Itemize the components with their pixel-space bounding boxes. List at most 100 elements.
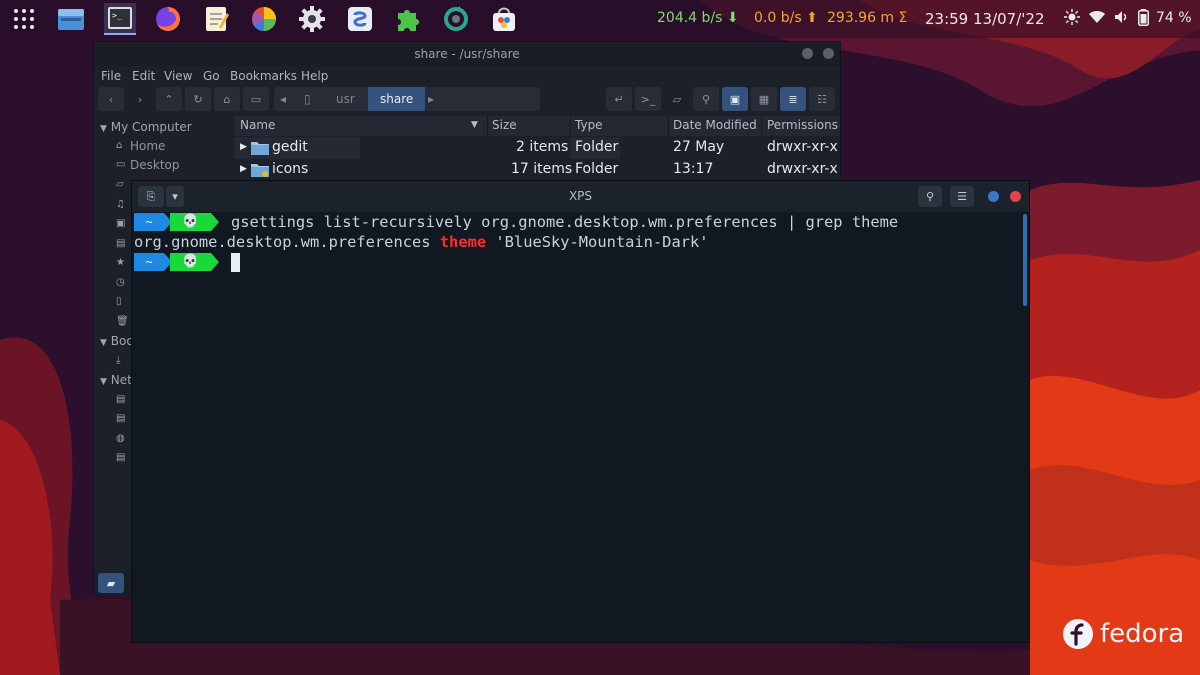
- terminal-close-button[interactable]: [1010, 191, 1021, 202]
- table-row[interactable]: ▶ icons 17 items Folder 13:17 drwxr-xr-x: [234, 159, 840, 181]
- menu-go[interactable]: Go: [203, 69, 220, 83]
- menu-edit[interactable]: Edit: [132, 69, 155, 83]
- sidebar-item-downloads[interactable]: ⤓: [94, 352, 134, 371]
- image-icon: ▣: [729, 92, 741, 106]
- brightness-icon[interactable]: [1064, 9, 1080, 29]
- sidebar-item-recent[interactable]: ◷: [94, 274, 134, 293]
- sidebar-item-home[interactable]: ⌂ Home: [94, 137, 234, 156]
- search-icon: ⚲: [701, 92, 711, 106]
- file-type: Folder: [575, 161, 619, 177]
- sidebar-item-videos[interactable]: ▤: [94, 235, 134, 254]
- extensions-icon[interactable]: [392, 3, 424, 35]
- terminal-button[interactable]: >_: [635, 87, 661, 111]
- compact-view-button[interactable]: ▦: [751, 87, 777, 111]
- clock-icon: ◷: [116, 277, 125, 288]
- net-down-rate: 204.4 b/s ⬇: [657, 10, 739, 26]
- table-row[interactable]: ▶ gedit 2 items Folder 27 May drwxr-xr-x: [234, 137, 840, 159]
- column-size[interactable]: Size: [492, 118, 517, 132]
- sidebar-item-network-2[interactable]: ▤: [94, 410, 134, 429]
- sidebar-item-pictures[interactable]: ▣: [94, 215, 134, 234]
- up-button[interactable]: ⌃: [156, 87, 182, 111]
- net-down-value: 204.4 b/s: [657, 10, 723, 26]
- back-button[interactable]: ‹: [98, 87, 124, 111]
- sidebar-section-network[interactable]: ▼ Net: [100, 371, 132, 390]
- terminal-output[interactable]: ~ 💀 gsettings list-recursively org.gnome…: [132, 212, 1022, 642]
- folder-icon: ▱: [116, 179, 124, 190]
- fm-close-button[interactable]: [823, 48, 834, 59]
- menu-bookmarks[interactable]: Bookmarks: [230, 69, 297, 83]
- column-permissions[interactable]: Permissions: [767, 118, 838, 132]
- sidebar-item-trash[interactable]: 🗑: [94, 313, 134, 332]
- show-places-button[interactable]: ▰: [98, 573, 124, 593]
- open-in-terminal-button[interactable]: ↵: [606, 87, 632, 111]
- volume-icon[interactable]: [1114, 10, 1128, 28]
- details-icon: ☷: [817, 92, 827, 106]
- update-icon[interactable]: [440, 3, 472, 35]
- fm-minimize-button[interactable]: [802, 48, 813, 59]
- file-name: gedit: [272, 139, 308, 155]
- output-prefix: org.gnome.desktop.wm.preferences: [134, 233, 440, 251]
- fm-titlebar[interactable]: share - /usr/share: [94, 42, 840, 66]
- file-size: 17 items: [511, 161, 573, 177]
- reload-button[interactable]: ↻: [185, 87, 211, 111]
- path-right-arrow-icon[interactable]: ▸: [428, 87, 434, 111]
- terminal-icon[interactable]: >_: [104, 3, 136, 35]
- sidebar-section-computer[interactable]: ▼ My Computer: [100, 118, 192, 137]
- terminal-minimize-button[interactable]: [988, 191, 999, 202]
- files-icon[interactable]: [55, 3, 87, 35]
- list-view-button[interactable]: ≣: [780, 87, 806, 111]
- sidebar-item-desktop[interactable]: ▭ Desktop: [94, 156, 234, 175]
- column-date-modified[interactable]: Date Modified: [673, 118, 757, 132]
- home-button[interactable]: ⌂: [214, 87, 240, 111]
- software-sources-icon[interactable]: [344, 3, 376, 35]
- details-view-button[interactable]: ☷: [809, 87, 835, 111]
- new-folder-button[interactable]: ▱: [664, 87, 690, 111]
- disk-usage-icon[interactable]: [248, 3, 280, 35]
- terminal-scrollbar[interactable]: [1023, 214, 1027, 306]
- menu-help[interactable]: Help: [301, 69, 328, 83]
- sidebar-item-documents[interactable]: ▱: [94, 176, 134, 195]
- terminal-prompt-icon: >_: [640, 92, 656, 106]
- icon-view-button[interactable]: ▣: [722, 87, 748, 111]
- drive-icon[interactable]: ▯: [304, 87, 311, 111]
- folder-icon: ▰: [106, 576, 116, 590]
- command-line: gsettings list-recursively org.gnome.des…: [231, 213, 899, 231]
- path-crumb-usr[interactable]: usr: [336, 87, 355, 111]
- clock-date[interactable]: 13/07/'22: [973, 10, 1045, 28]
- column-name[interactable]: Name: [240, 118, 275, 132]
- expander-right-icon[interactable]: ▶: [240, 142, 247, 152]
- sort-down-icon[interactable]: ▼: [471, 120, 478, 130]
- sidebar-section-bookmarks[interactable]: ▼ Boo: [100, 332, 134, 351]
- forward-button[interactable]: ›: [127, 87, 153, 111]
- sidebar-item-network-1[interactable]: ▤: [94, 391, 134, 410]
- app-grid-icon[interactable]: [8, 3, 40, 35]
- battery-icon[interactable]: [1138, 9, 1149, 30]
- wifi-icon[interactable]: [1089, 10, 1105, 28]
- return-icon: ↵: [614, 92, 624, 106]
- menu-view[interactable]: View: [164, 69, 192, 83]
- software-center-icon[interactable]: [488, 3, 520, 35]
- sidebar-item-starred[interactable]: ★: [94, 254, 134, 273]
- terminal-menu-button[interactable]: ☰: [950, 186, 974, 207]
- new-tab-button[interactable]: ⎘: [138, 186, 164, 207]
- terminal-headerbar[interactable]: ⎘ ▾ XPS ⚲ ☰: [132, 181, 1029, 212]
- sidebar-item-filesystem[interactable]: ▯: [94, 293, 134, 312]
- clock-time[interactable]: 23:59: [925, 10, 968, 28]
- terminal-search-button[interactable]: ⚲: [918, 186, 942, 207]
- text-editor-icon[interactable]: [200, 3, 232, 35]
- fm-window-title: share - /usr/share: [414, 47, 520, 61]
- sidebar-item-network-4[interactable]: ▤: [94, 449, 134, 468]
- column-type[interactable]: Type: [575, 118, 603, 132]
- computer-button[interactable]: ▭: [243, 87, 269, 111]
- firefox-icon[interactable]: [152, 3, 184, 35]
- settings-icon[interactable]: [296, 3, 328, 35]
- sidebar-item-music[interactable]: ♫: [94, 196, 134, 215]
- search-button[interactable]: ⚲: [693, 87, 719, 111]
- tab-menu-button[interactable]: ▾: [166, 186, 184, 207]
- path-crumb-share[interactable]: share: [368, 87, 426, 111]
- expander-right-icon[interactable]: ▶: [240, 164, 247, 174]
- sidebar-item-network-3[interactable]: ◍: [94, 430, 134, 449]
- path-left-arrow-icon[interactable]: ◂: [280, 87, 286, 111]
- net-total: 293.96 m Σ: [827, 10, 908, 26]
- menu-file[interactable]: File: [101, 69, 121, 83]
